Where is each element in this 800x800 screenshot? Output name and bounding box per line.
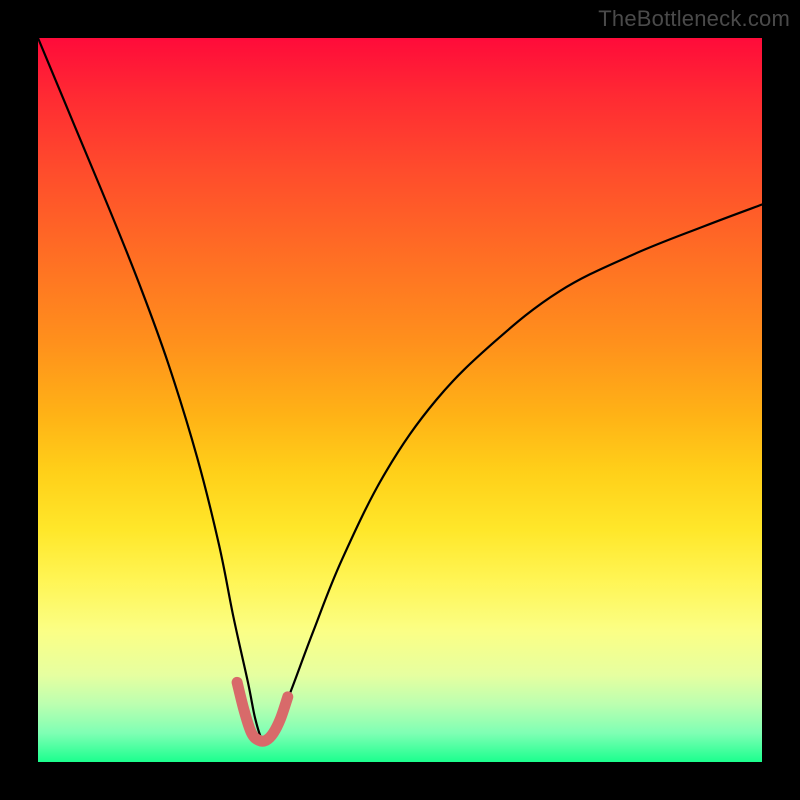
- series-bottleneck-curve: [38, 38, 762, 743]
- plot-area: [38, 38, 762, 762]
- chart-frame: TheBottleneck.com: [0, 0, 800, 800]
- series-valley-marker: [237, 682, 288, 741]
- attribution-label: TheBottleneck.com: [598, 6, 790, 32]
- curve-svg: [38, 38, 762, 762]
